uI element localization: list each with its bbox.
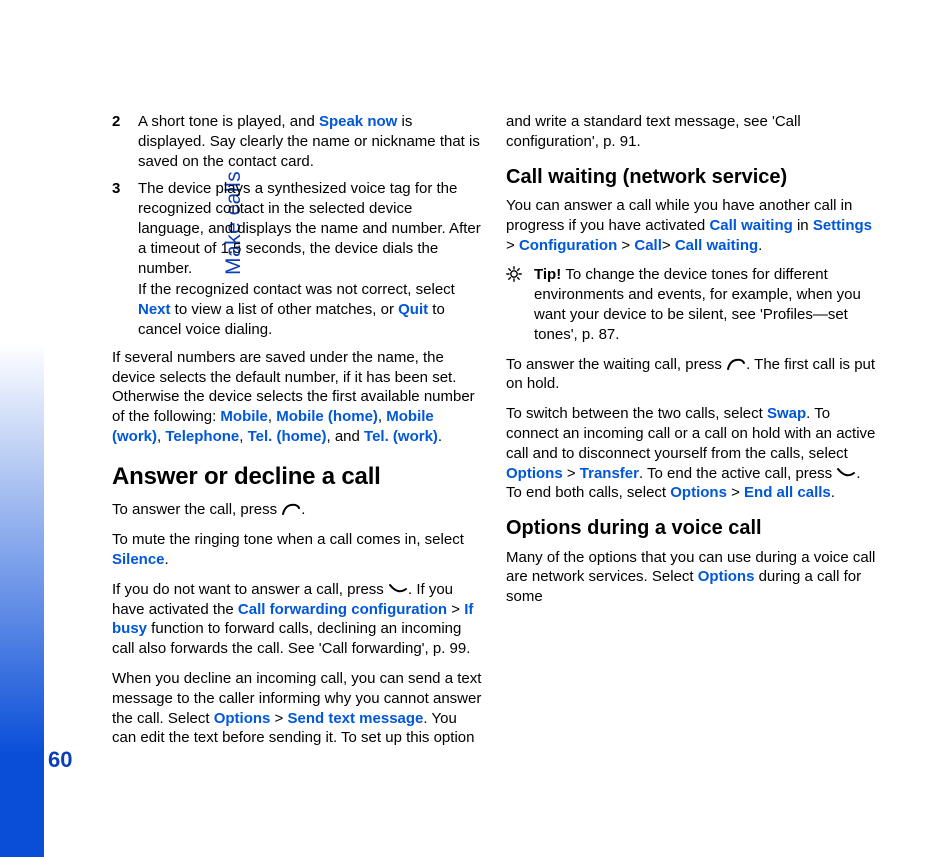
switch-calls-paragraph: To switch between the two calls, select … [506,404,876,503]
step-body: A short tone is played, and Speak now is… [138,112,482,173]
answer-waiting-paragraph: To answer the waiting call, press . The … [506,355,876,395]
text: To switch between the two calls, select [506,405,767,422]
options-label: Options [698,568,755,585]
step-3: 3 The device plays a synthesized voice t… [112,179,482,341]
text: If the recognized contact was not correc… [138,281,455,298]
step-number: 2 [112,112,126,173]
tip-body: Tip! To change the device tones for diff… [534,265,876,344]
sidebar-gradient [0,0,44,857]
text: > [270,710,287,727]
text: > [447,601,464,618]
body-text: 2 A short tone is played, and Speak now … [112,112,876,752]
step-number: 3 [112,179,126,341]
text: in [793,217,813,234]
tip-bulb-icon [506,265,526,344]
step-body: The device plays a synthesized voice tag… [138,179,482,341]
configuration-label: Configuration [519,237,617,254]
text: To answer the call, press [112,501,281,518]
tip-text: To change the device tones for different… [534,266,861,342]
decline-paragraph: If you do not want to answer a call, pre… [112,580,482,659]
send-text-message-label: Send text message [288,710,424,727]
text: . [438,428,442,445]
end-key-icon [388,582,408,596]
end-key-icon [836,466,856,480]
mute-paragraph: To mute the ringing tone when a call com… [112,530,482,570]
text: . To end the active call, press [639,465,836,482]
page-number: 60 [48,747,72,773]
text: to view a list of other matches, or [171,301,399,318]
text: > [506,237,519,254]
several-numbers-paragraph: If several numbers are saved under the n… [112,348,482,447]
options-during-call-paragraph: Many of the options that you can use dur… [506,548,876,607]
text: If you do not want to answer a call, pre… [112,581,388,598]
end-all-calls-label: End all calls [744,484,831,501]
swap-label: Swap [767,405,806,422]
mobile-home-label: Mobile (home) [276,408,378,425]
step-2: 2 A short tone is played, and Speak now … [112,112,482,173]
text: > [727,484,744,501]
text: . [758,237,762,254]
dial-key-icon [281,502,301,516]
text: To answer the waiting call, press [506,356,726,373]
next-label: Next [138,301,171,318]
speak-now-label: Speak now [319,113,397,130]
answer-decline-heading: Answer or decline a call [112,461,482,493]
text: . [831,484,835,501]
tel-work-label: Tel. (work) [364,428,438,445]
text: , [239,428,247,445]
text: . [301,501,305,518]
options-label: Options [214,710,271,727]
silence-label: Silence [112,551,165,568]
call-waiting-heading: Call waiting (network service) [506,164,876,190]
call-waiting-paragraph: You can answer a call while you have ano… [506,196,876,255]
tip-block: Tip! To change the device tones for diff… [506,265,876,344]
answer-call-paragraph: To answer the call, press . [112,500,482,520]
call-waiting-label: Call waiting [709,217,792,234]
settings-label: Settings [813,217,872,234]
mobile-label: Mobile [220,408,268,425]
text: > [563,465,580,482]
call-forwarding-config-label: Call forwarding configuration [238,601,447,618]
text: . [165,551,169,568]
telephone-label: Telephone [165,428,239,445]
quit-label: Quit [398,301,428,318]
dial-key-icon [726,357,746,371]
tel-home-label: Tel. (home) [248,428,327,445]
options-label: Options [670,484,727,501]
text: > [617,237,634,254]
text: To mute the ringing tone when a call com… [112,531,464,548]
text: function to forward calls, declining an … [112,620,470,657]
text: The device plays a synthesized voice tag… [138,179,482,278]
text: , [378,408,386,425]
call-waiting-label-2: Call waiting [675,237,758,254]
options-during-call-heading: Options during a voice call [506,515,876,541]
text: , [268,408,276,425]
call-label: Call [634,237,662,254]
manual-page: Make calls 60 2 A short tone is played, … [0,0,932,857]
text: , and [326,428,364,445]
options-label: Options [506,465,563,482]
transfer-label: Transfer [580,465,639,482]
text: A short tone is played, and [138,113,319,130]
text: > [662,237,675,254]
tip-lead: Tip! [534,266,565,283]
